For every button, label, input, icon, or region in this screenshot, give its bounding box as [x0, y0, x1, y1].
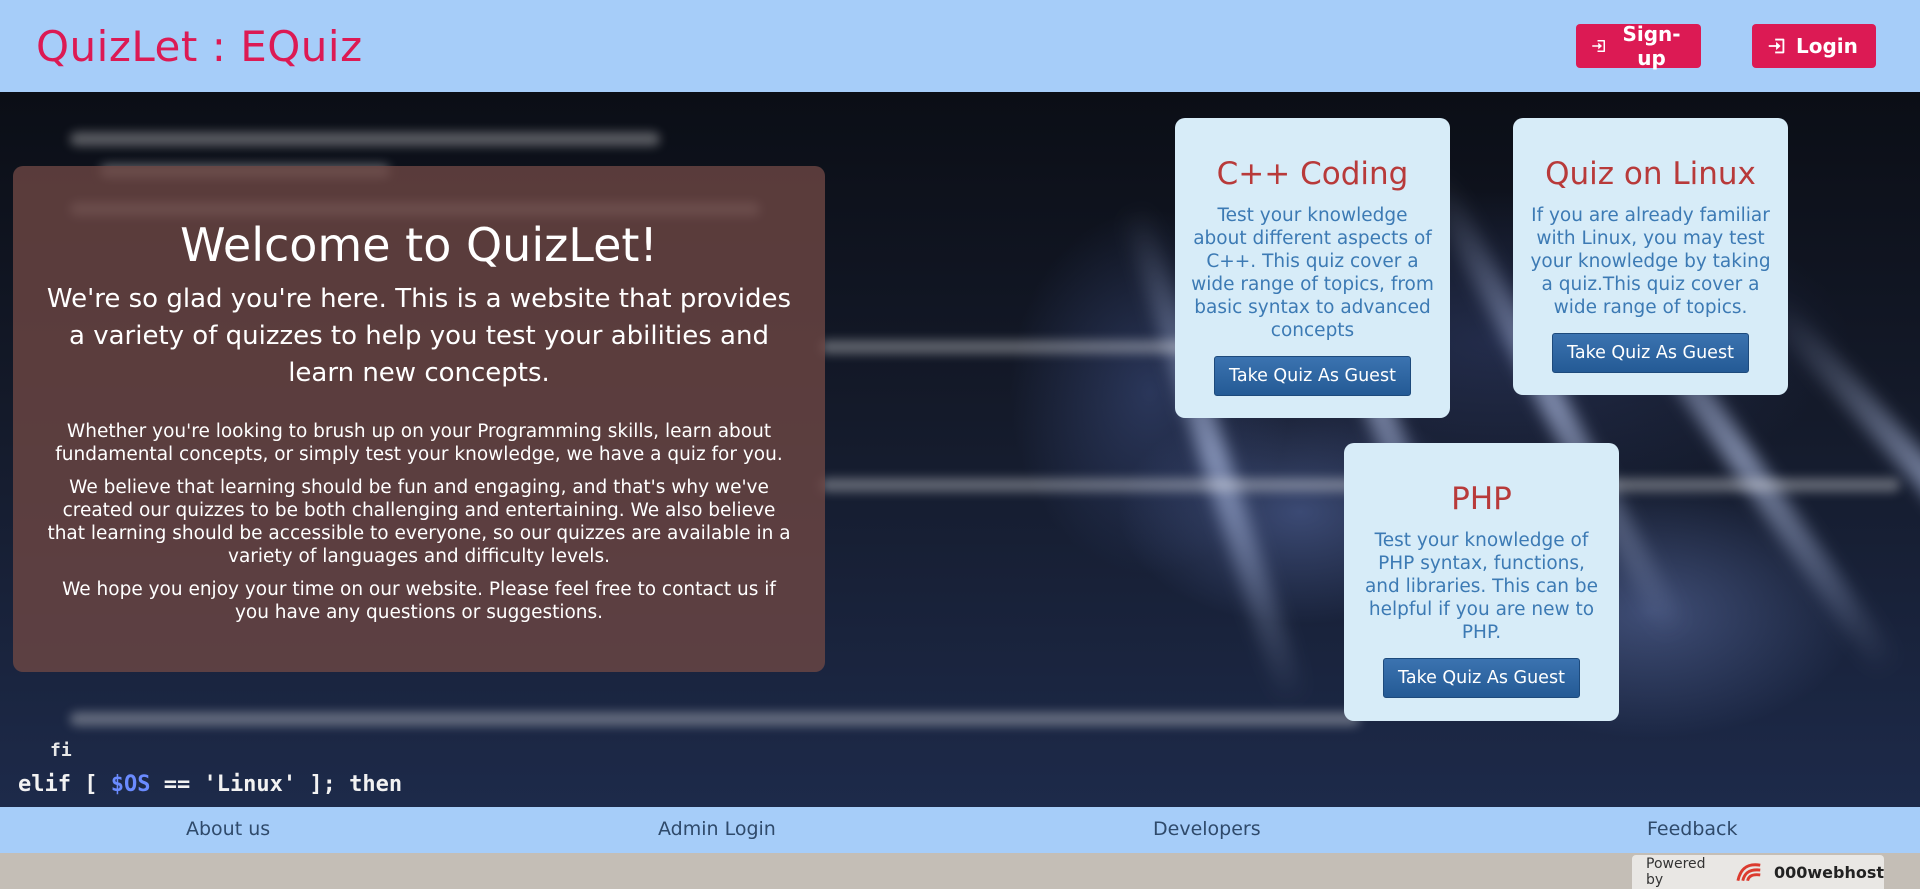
footer-link-developers[interactable]: Developers	[1153, 818, 1261, 840]
sign-in-icon	[1592, 39, 1606, 53]
quiz-card-cpp: C++ Coding Test your knowledge about dif…	[1175, 118, 1450, 418]
quiz-card-php: PHP Test your knowledge of PHP syntax, f…	[1344, 443, 1619, 721]
signup-label: Sign-up	[1622, 22, 1681, 70]
code-fragment: fi	[50, 740, 72, 761]
quiz-title: C++ Coding	[1216, 156, 1409, 192]
code-line: elif [ $OS == 'Linux' ]; then	[18, 772, 403, 797]
footer-link-feedback[interactable]: Feedback	[1647, 818, 1737, 840]
blurred-code	[70, 712, 1360, 726]
footer-link-about[interactable]: About us	[186, 818, 270, 840]
powered-by-badge[interactable]: Powered by 000webhost	[1632, 855, 1884, 889]
quiz-title: Quiz on Linux	[1545, 156, 1756, 192]
take-quiz-button[interactable]: Take Quiz As Guest	[1214, 356, 1411, 396]
take-quiz-button[interactable]: Take Quiz As Guest	[1552, 333, 1749, 373]
top-navbar: QuizLet : EQuiz Sign-up Login	[0, 0, 1920, 92]
quiz-description: Test your knowledge of PHP syntax, funct…	[1364, 530, 1599, 643]
login-label: Login	[1796, 34, 1858, 58]
quiz-description: If you are already familiar with Linux, …	[1530, 205, 1771, 318]
footer-link-admin-login[interactable]: Admin Login	[658, 818, 776, 840]
powered-by-label: Powered by	[1646, 856, 1706, 888]
quiz-title: PHP	[1451, 481, 1512, 517]
webhost-logo-icon	[1736, 863, 1761, 882]
site-logo[interactable]: QuizLet : EQuiz	[36, 22, 363, 71]
footer-nav: About us Admin Login Developers Feedback	[0, 807, 1920, 853]
powered-by-name: 000webhost	[1773, 862, 1884, 882]
login-button[interactable]: Login	[1752, 24, 1876, 68]
blurred-code	[1600, 478, 1900, 492]
quiz-description: Test your knowledge about different aspe…	[1191, 205, 1434, 341]
welcome-title: Welcome to QuizLet!	[180, 218, 658, 272]
welcome-paragraph: We hope you enjoy your time on our websi…	[62, 578, 776, 623]
welcome-paragraph: Whether you're looking to brush up on yo…	[55, 420, 783, 465]
welcome-panel: Welcome to QuizLet! We're so glad you're…	[13, 166, 825, 672]
blurred-code	[820, 478, 1380, 492]
signup-button[interactable]: Sign-up	[1576, 22, 1701, 70]
take-quiz-button[interactable]: Take Quiz As Guest	[1383, 658, 1580, 698]
quiz-card-linux: Quiz on Linux If you are already familia…	[1513, 118, 1788, 395]
blurred-code	[70, 132, 660, 146]
sign-in-icon	[1768, 38, 1785, 54]
welcome-lead: We're so glad you're here. This is a web…	[46, 283, 792, 388]
welcome-paragraph: We believe that learning should be fun a…	[47, 476, 791, 567]
